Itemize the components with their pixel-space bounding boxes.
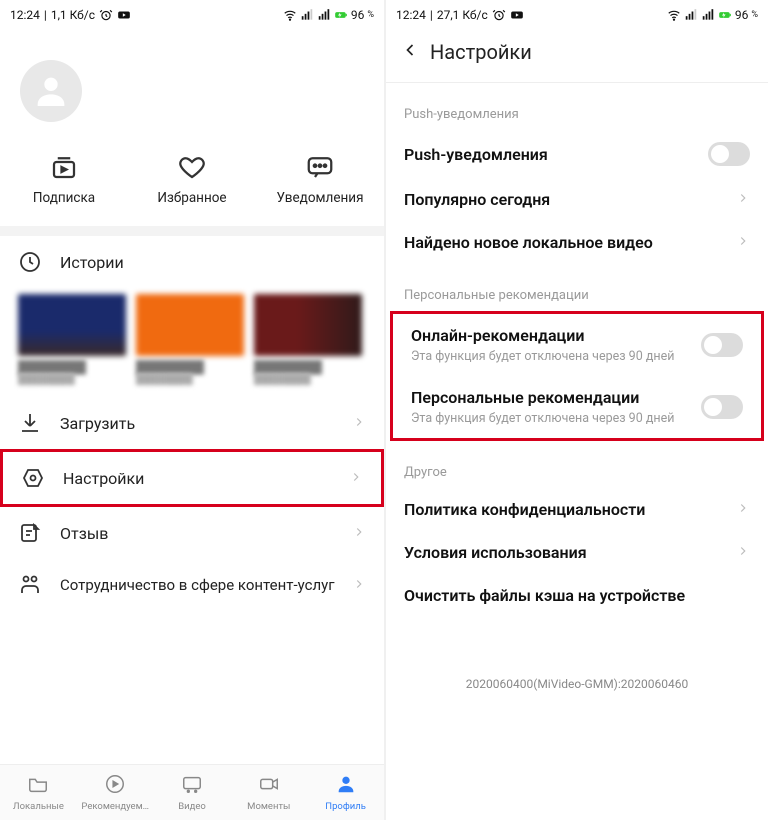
- play-circle-icon: [77, 773, 154, 799]
- tab-subscribe-label: Подписка: [9, 190, 119, 206]
- thumb-1[interactable]: ████████████████: [18, 294, 126, 385]
- profile-tabs: Подписка Избранное Уведомления: [0, 142, 384, 236]
- chevron-right-icon: [736, 233, 750, 252]
- signal2-icon: [701, 8, 715, 22]
- row-personal-rec[interactable]: Персональные рекомендации Эта функция бу…: [393, 376, 761, 438]
- row-online-rec[interactable]: Онлайн-рекомендации Эта функция будет от…: [393, 314, 761, 376]
- settings-header: Настройки: [386, 30, 768, 83]
- highlight-recommendations: Онлайн-рекомендации Эта функция будет от…: [390, 311, 764, 441]
- youtube-icon: [117, 8, 131, 22]
- nav-moments[interactable]: Моменты: [230, 773, 307, 812]
- thumb-2[interactable]: ████████████████: [136, 294, 244, 385]
- folder-icon: [0, 773, 77, 799]
- youtube-icon: [510, 8, 524, 22]
- row-privacy[interactable]: Политика конфиденциальности: [386, 488, 768, 531]
- heart-icon: [177, 152, 207, 182]
- status-speed: 1,1 Кб/с: [51, 8, 95, 22]
- section-other: Другое: [386, 441, 768, 488]
- row-cooperation-label: Сотрудничество в сфере контент-услуг: [60, 576, 352, 594]
- row-settings[interactable]: Настройки: [3, 452, 381, 504]
- battery-pct: 96: [351, 8, 365, 22]
- download-icon: [18, 411, 42, 435]
- row-download-label: Загрузить: [60, 414, 352, 433]
- chevron-right-icon: [352, 524, 366, 543]
- feedback-icon: [18, 521, 42, 545]
- status-time: 12:24: [10, 8, 40, 22]
- highlight-settings: Настройки: [0, 449, 384, 507]
- battery-icon: [334, 8, 348, 22]
- tab-subscribe[interactable]: Подписка: [9, 152, 119, 206]
- chevron-right-icon: [736, 543, 750, 562]
- signal2-icon: [317, 8, 331, 22]
- history-icon: [18, 250, 42, 274]
- screen-profile: 12:24 | 1,1 Кб/с 96% Подписка Избранное: [0, 0, 384, 820]
- chevron-right-icon: [352, 576, 366, 595]
- section-recommendations: Персональные рекомендации: [386, 264, 768, 311]
- row-popular[interactable]: Популярно сегодня: [386, 178, 768, 221]
- row-clear-cache[interactable]: Очистить файлы кэша на устройстве: [386, 574, 768, 617]
- battery-icon: [718, 8, 732, 22]
- camera-icon: [230, 773, 307, 799]
- cooperation-icon: [18, 573, 42, 597]
- page-title: Настройки: [430, 40, 532, 64]
- status-time: 12:24: [396, 8, 426, 22]
- profile-header: [0, 30, 384, 142]
- battery-pct: 96: [735, 8, 749, 22]
- tab-notifications[interactable]: Уведомления: [265, 152, 375, 206]
- build-version: 2020060400(MiVideo-GMM):2020060460: [386, 617, 768, 711]
- status-bar: 12:24 | 1,1 Кб/с 96%: [0, 0, 384, 30]
- section-push: Push-уведомления: [386, 83, 768, 130]
- chevron-right-icon: [736, 500, 750, 519]
- toggle-online[interactable]: [701, 333, 743, 357]
- row-cooperation[interactable]: Сотрудничество в сфере контент-услуг: [0, 559, 384, 611]
- tab-favorites[interactable]: Избранное: [137, 152, 247, 206]
- bottom-nav: Локальные Рекомендуем… Видео Моменты Про…: [0, 764, 384, 820]
- screen-settings: 12:24 | 27,1 Кб/с 96% Настройки Push-уве…: [384, 0, 768, 820]
- alarm-icon: [99, 8, 113, 22]
- row-feedback[interactable]: Отзыв: [0, 507, 384, 559]
- status-speed: 27,1 Кб/с: [437, 8, 488, 22]
- signal-icon: [300, 8, 314, 22]
- tab-favorites-label: Избранное: [137, 190, 247, 206]
- row-history[interactable]: Истории: [0, 236, 384, 288]
- row-feedback-label: Отзыв: [60, 524, 352, 543]
- avatar[interactable]: [20, 60, 82, 122]
- status-bar: 12:24 | 27,1 Кб/с 96%: [386, 0, 768, 30]
- settings-nut-icon: [21, 466, 45, 490]
- chevron-right-icon: [349, 469, 363, 488]
- tab-notifications-label: Уведомления: [265, 190, 375, 206]
- nav-video[interactable]: Видео: [154, 773, 231, 812]
- toggle-personal[interactable]: [701, 395, 743, 419]
- signal-icon: [684, 8, 698, 22]
- nav-profile[interactable]: Профиль: [307, 773, 384, 812]
- row-newlocal[interactable]: Найдено новое локальное видео: [386, 221, 768, 264]
- row-settings-label: Настройки: [63, 469, 349, 488]
- toggle-push[interactable]: [708, 142, 750, 166]
- row-push[interactable]: Push-уведомления: [386, 130, 768, 178]
- nav-local[interactable]: Локальные: [0, 773, 77, 812]
- row-download[interactable]: Загрузить: [0, 397, 384, 449]
- thumb-3[interactable]: ████████████████: [254, 294, 362, 385]
- wifi-icon: [667, 8, 681, 22]
- back-button[interactable]: [400, 40, 420, 64]
- chevron-right-icon: [736, 190, 750, 209]
- wifi-icon: [283, 8, 297, 22]
- history-thumbnails: ████████████████ ████████████████ ██████…: [0, 288, 384, 385]
- chevron-right-icon: [352, 414, 366, 433]
- nav-recommend[interactable]: Рекомендуем…: [77, 773, 154, 812]
- chat-icon: [305, 152, 335, 182]
- tv-icon: [154, 773, 231, 799]
- profile-icon: [307, 773, 384, 799]
- subscribe-icon: [49, 152, 79, 182]
- alarm-icon: [492, 8, 506, 22]
- row-history-label: Истории: [60, 253, 366, 272]
- row-terms[interactable]: Условия использования: [386, 531, 768, 574]
